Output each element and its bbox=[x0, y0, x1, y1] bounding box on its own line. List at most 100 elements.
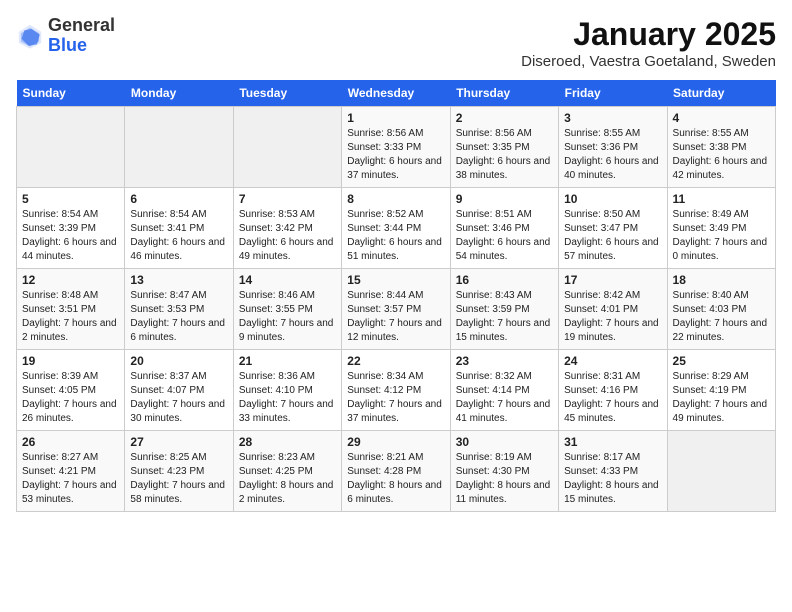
calendar-day-cell: 21 Sunrise: 8:36 AM Sunset: 4:10 PM Dayli… bbox=[233, 350, 341, 431]
day-info: Sunrise: 8:36 AM Sunset: 4:10 PM Dayligh… bbox=[239, 370, 336, 426]
day-number: 21 bbox=[239, 354, 336, 368]
day-info: Sunrise: 8:55 AM Sunset: 3:38 PM Dayligh… bbox=[673, 127, 770, 183]
title-block: January 2025 Diseroed, Vaestra Goetaland… bbox=[521, 16, 776, 70]
day-info: Sunrise: 8:56 AM Sunset: 3:35 PM Dayligh… bbox=[456, 127, 553, 183]
day-number: 24 bbox=[564, 354, 661, 368]
day-number: 30 bbox=[456, 435, 553, 449]
day-number: 31 bbox=[564, 435, 661, 449]
calendar-day-cell: 8 Sunrise: 8:52 AM Sunset: 3:44 PM Daylig… bbox=[342, 188, 450, 269]
calendar-day-cell: 12 Sunrise: 8:48 AM Sunset: 3:51 PM Dayli… bbox=[17, 269, 125, 350]
calendar-day-cell: 24 Sunrise: 8:31 AM Sunset: 4:16 PM Dayli… bbox=[559, 350, 667, 431]
calendar-day-cell: 3 Sunrise: 8:55 AM Sunset: 3:36 PM Daylig… bbox=[559, 107, 667, 188]
day-info: Sunrise: 8:48 AM Sunset: 3:51 PM Dayligh… bbox=[22, 289, 119, 345]
day-info: Sunrise: 8:39 AM Sunset: 4:05 PM Dayligh… bbox=[22, 370, 119, 426]
calendar-day-cell: 11 Sunrise: 8:49 AM Sunset: 3:49 PM Dayli… bbox=[667, 188, 775, 269]
calendar-day-cell: 13 Sunrise: 8:47 AM Sunset: 3:53 PM Dayli… bbox=[125, 269, 233, 350]
day-info: Sunrise: 8:17 AM Sunset: 4:33 PM Dayligh… bbox=[564, 451, 661, 507]
day-number: 16 bbox=[456, 273, 553, 287]
calendar-day-cell bbox=[667, 431, 775, 512]
day-info: Sunrise: 8:43 AM Sunset: 3:59 PM Dayligh… bbox=[456, 289, 553, 345]
day-number: 9 bbox=[456, 192, 553, 206]
day-number: 2 bbox=[456, 111, 553, 125]
calendar-day-cell: 22 Sunrise: 8:34 AM Sunset: 4:12 PM Dayli… bbox=[342, 350, 450, 431]
day-info: Sunrise: 8:47 AM Sunset: 3:53 PM Dayligh… bbox=[130, 289, 227, 345]
day-number: 4 bbox=[673, 111, 770, 125]
day-info: Sunrise: 8:46 AM Sunset: 3:55 PM Dayligh… bbox=[239, 289, 336, 345]
day-info: Sunrise: 8:54 AM Sunset: 3:39 PM Dayligh… bbox=[22, 208, 119, 264]
weekday-header: Sunday bbox=[17, 80, 125, 107]
calendar-day-cell: 26 Sunrise: 8:27 AM Sunset: 4:21 PM Dayli… bbox=[17, 431, 125, 512]
calendar-day-cell: 2 Sunrise: 8:56 AM Sunset: 3:35 PM Daylig… bbox=[450, 107, 558, 188]
logo-icon bbox=[16, 22, 44, 50]
day-number: 12 bbox=[22, 273, 119, 287]
month-title: January 2025 bbox=[521, 16, 776, 53]
day-info: Sunrise: 8:50 AM Sunset: 3:47 PM Dayligh… bbox=[564, 208, 661, 264]
day-info: Sunrise: 8:27 AM Sunset: 4:21 PM Dayligh… bbox=[22, 451, 119, 507]
calendar-day-cell: 1 Sunrise: 8:56 AM Sunset: 3:33 PM Daylig… bbox=[342, 107, 450, 188]
day-number: 13 bbox=[130, 273, 227, 287]
day-info: Sunrise: 8:40 AM Sunset: 4:03 PM Dayligh… bbox=[673, 289, 770, 345]
day-number: 17 bbox=[564, 273, 661, 287]
weekday-header: Saturday bbox=[667, 80, 775, 107]
weekday-header: Friday bbox=[559, 80, 667, 107]
day-number: 8 bbox=[347, 192, 444, 206]
day-number: 15 bbox=[347, 273, 444, 287]
day-number: 7 bbox=[239, 192, 336, 206]
day-info: Sunrise: 8:44 AM Sunset: 3:57 PM Dayligh… bbox=[347, 289, 444, 345]
calendar-week-row: 1 Sunrise: 8:56 AM Sunset: 3:33 PM Daylig… bbox=[17, 107, 776, 188]
day-info: Sunrise: 8:51 AM Sunset: 3:46 PM Dayligh… bbox=[456, 208, 553, 264]
calendar-day-cell: 7 Sunrise: 8:53 AM Sunset: 3:42 PM Daylig… bbox=[233, 188, 341, 269]
day-number: 5 bbox=[22, 192, 119, 206]
calendar-day-cell: 17Sunrise: 8:42 AM Sunset: 4:01 PM Dayli… bbox=[559, 269, 667, 350]
day-number: 3 bbox=[564, 111, 661, 125]
calendar-day-cell: 19 Sunrise: 8:39 AM Sunset: 4:05 PM Dayli… bbox=[17, 350, 125, 431]
calendar-week-row: 19 Sunrise: 8:39 AM Sunset: 4:05 PM Dayli… bbox=[17, 350, 776, 431]
day-number: 19 bbox=[22, 354, 119, 368]
day-info: Sunrise: 8:29 AM Sunset: 4:19 PM Dayligh… bbox=[673, 370, 770, 426]
day-number: 23 bbox=[456, 354, 553, 368]
day-info: Sunrise: 8:23 AM Sunset: 4:25 PM Dayligh… bbox=[239, 451, 336, 507]
weekday-header-row: SundayMondayTuesdayWednesdayThursdayFrid… bbox=[17, 80, 776, 107]
day-number: 20 bbox=[130, 354, 227, 368]
day-info: Sunrise: 8:52 AM Sunset: 3:44 PM Dayligh… bbox=[347, 208, 444, 264]
calendar-day-cell: 23 Sunrise: 8:32 AM Sunset: 4:14 PM Dayli… bbox=[450, 350, 558, 431]
calendar-week-row: 12 Sunrise: 8:48 AM Sunset: 3:51 PM Dayli… bbox=[17, 269, 776, 350]
day-info: Sunrise: 8:55 AM Sunset: 3:36 PM Dayligh… bbox=[564, 127, 661, 183]
day-number: 11 bbox=[673, 192, 770, 206]
page-header: General Blue January 2025 Diseroed, Vaes… bbox=[16, 16, 776, 70]
weekday-header: Thursday bbox=[450, 80, 558, 107]
day-number: 1 bbox=[347, 111, 444, 125]
day-info: Sunrise: 8:49 AM Sunset: 3:49 PM Dayligh… bbox=[673, 208, 770, 264]
calendar-day-cell: 18Sunrise: 8:40 AM Sunset: 4:03 PM Dayli… bbox=[667, 269, 775, 350]
day-info: Sunrise: 8:31 AM Sunset: 4:16 PM Dayligh… bbox=[564, 370, 661, 426]
day-info: Sunrise: 8:34 AM Sunset: 4:12 PM Dayligh… bbox=[347, 370, 444, 426]
day-number: 27 bbox=[130, 435, 227, 449]
calendar-week-row: 26 Sunrise: 8:27 AM Sunset: 4:21 PM Dayli… bbox=[17, 431, 776, 512]
day-info: Sunrise: 8:37 AM Sunset: 4:07 PM Dayligh… bbox=[130, 370, 227, 426]
day-info: Sunrise: 8:25 AM Sunset: 4:23 PM Dayligh… bbox=[130, 451, 227, 507]
calendar-day-cell: 4 Sunrise: 8:55 AM Sunset: 3:38 PM Daylig… bbox=[667, 107, 775, 188]
calendar-day-cell: 20 Sunrise: 8:37 AM Sunset: 4:07 PM Dayli… bbox=[125, 350, 233, 431]
day-number: 29 bbox=[347, 435, 444, 449]
calendar-table: SundayMondayTuesdayWednesdayThursdayFrid… bbox=[16, 80, 776, 512]
day-number: 22 bbox=[347, 354, 444, 368]
calendar-day-cell: 5 Sunrise: 8:54 AM Sunset: 3:39 PM Daylig… bbox=[17, 188, 125, 269]
day-number: 14 bbox=[239, 273, 336, 287]
day-info: Sunrise: 8:19 AM Sunset: 4:30 PM Dayligh… bbox=[456, 451, 553, 507]
day-info: Sunrise: 8:54 AM Sunset: 3:41 PM Dayligh… bbox=[130, 208, 227, 264]
calendar-day-cell: 9 Sunrise: 8:51 AM Sunset: 3:46 PM Daylig… bbox=[450, 188, 558, 269]
logo: General Blue bbox=[16, 16, 115, 56]
day-info: Sunrise: 8:53 AM Sunset: 3:42 PM Dayligh… bbox=[239, 208, 336, 264]
logo-text: General Blue bbox=[48, 16, 115, 56]
calendar-day-cell: 16 Sunrise: 8:43 AM Sunset: 3:59 PM Dayli… bbox=[450, 269, 558, 350]
calendar-day-cell: 25 Sunrise: 8:29 AM Sunset: 4:19 PM Dayli… bbox=[667, 350, 775, 431]
calendar-week-row: 5 Sunrise: 8:54 AM Sunset: 3:39 PM Daylig… bbox=[17, 188, 776, 269]
calendar-day-cell: 30 Sunrise: 8:19 AM Sunset: 4:30 PM Dayli… bbox=[450, 431, 558, 512]
day-info: Sunrise: 8:21 AM Sunset: 4:28 PM Dayligh… bbox=[347, 451, 444, 507]
day-number: 26 bbox=[22, 435, 119, 449]
day-info: Sunrise: 8:56 AM Sunset: 3:33 PM Dayligh… bbox=[347, 127, 444, 183]
calendar-day-cell: 15 Sunrise: 8:44 AM Sunset: 3:57 PM Dayli… bbox=[342, 269, 450, 350]
day-info: Sunrise: 8:32 AM Sunset: 4:14 PM Dayligh… bbox=[456, 370, 553, 426]
day-number: 25 bbox=[673, 354, 770, 368]
calendar-day-cell: 27 Sunrise: 8:25 AM Sunset: 4:23 PM Dayli… bbox=[125, 431, 233, 512]
